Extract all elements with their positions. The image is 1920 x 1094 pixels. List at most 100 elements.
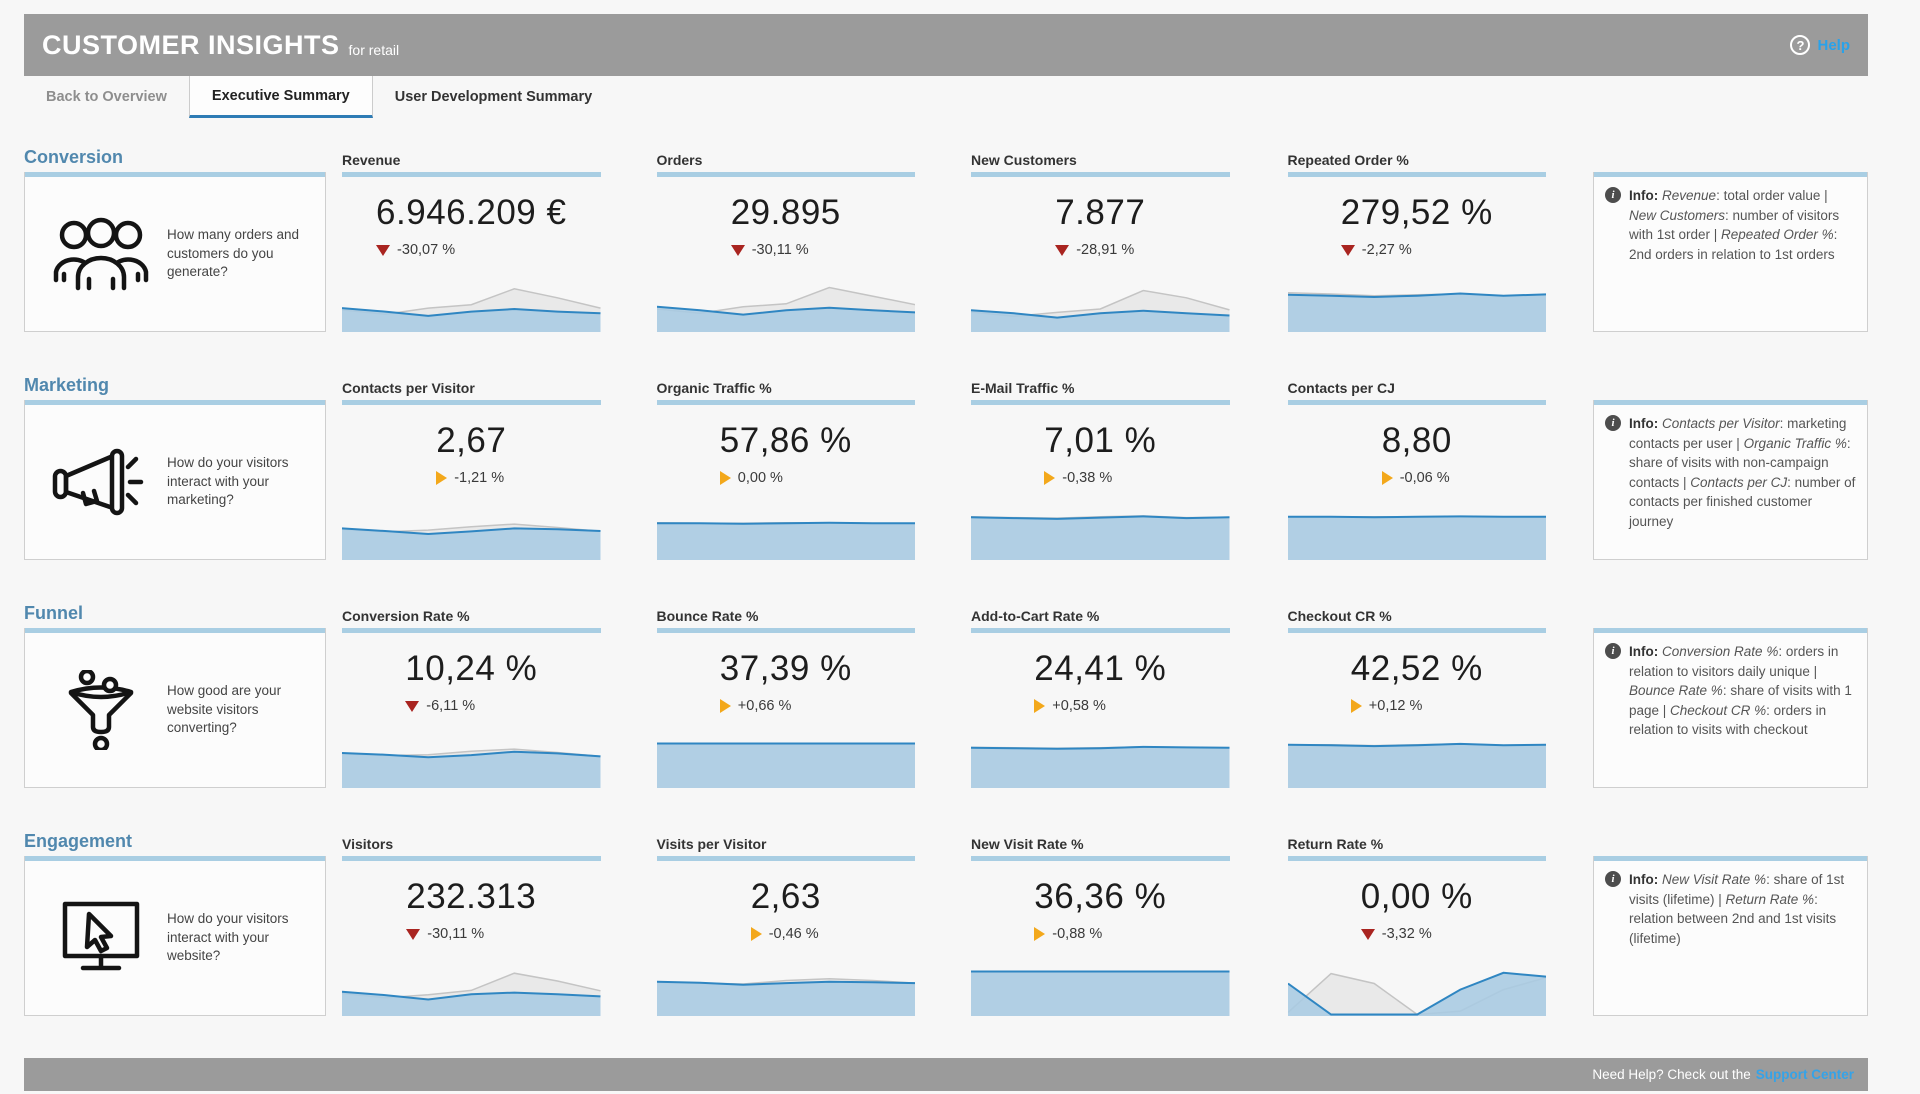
info-box: iInfo: Contacts per Visitor: marketing c… xyxy=(1593,400,1868,560)
tab-back-to-overview[interactable]: Back to Overview xyxy=(24,76,189,118)
kpi-title: Checkout CR % xyxy=(1288,608,1392,624)
kpi-tile[interactable]: Visitors 232.313 -30,11 % xyxy=(342,830,601,1016)
sparkline-chart xyxy=(342,286,601,332)
info-text: Info: New Visit Rate %: share of 1st vis… xyxy=(1629,870,1856,948)
kpi-delta-value: -3,32 % xyxy=(1382,926,1432,942)
kpi-value: 37,39 % xyxy=(720,649,852,689)
kpi-title: Contacts per CJ xyxy=(1288,380,1395,396)
sparkline-chart xyxy=(971,742,1230,788)
sparkline-chart xyxy=(971,286,1230,332)
kpi-value: 24,41 % xyxy=(1034,649,1166,689)
app-header: CUSTOMER INSIGHTS for retail ? Help xyxy=(24,14,1868,76)
kpi-tile[interactable]: Contacts per CJ8,80-0,06 % xyxy=(1288,374,1547,560)
info-box: i Info: Revenue: total order value | New … xyxy=(1593,172,1868,332)
sparkline-chart xyxy=(971,970,1230,1016)
kpi-delta-value: -30,11 % xyxy=(752,242,809,258)
kpi-tile[interactable]: Visits per Visitor2,63-0,46 % xyxy=(657,830,916,1016)
kpi-delta-value: -0,06 % xyxy=(1400,470,1450,486)
app-subtitle: for retail xyxy=(349,42,400,58)
triangle-down-icon xyxy=(1341,245,1355,256)
kpi-rows: ConversionHow many orders and customers … xyxy=(24,118,1868,1016)
kpi-value: 42,52 % xyxy=(1351,649,1483,689)
triangle-down-icon xyxy=(1361,929,1375,940)
kpi-delta-value: +0,58 % xyxy=(1052,698,1106,714)
sparkline-chart xyxy=(342,514,601,560)
section-box: How many orders and customers do you gen… xyxy=(24,172,326,332)
info-text: Info: Revenue: total order value | New C… xyxy=(1629,186,1856,264)
kpi-tile[interactable]: Organic Traffic %57,86 %0,00 % xyxy=(657,374,916,560)
kpi-value: 29.895 xyxy=(731,193,841,233)
tab-user-development-summary[interactable]: User Development Summary xyxy=(373,76,614,118)
kpi-delta: 0,00 % xyxy=(720,470,852,486)
kpi-delta: -0,38 % xyxy=(1044,470,1156,486)
kpi-tile[interactable]: Orders29.895-30,11 % xyxy=(657,146,916,332)
funnel-icon xyxy=(35,670,167,750)
kpi-tile[interactable]: Contacts per Visitor2,67-1,21 % xyxy=(342,374,601,560)
section-question: How do your visitors interact with your … xyxy=(167,454,315,511)
kpi-tile[interactable]: Checkout CR %42,52 %+0,12 % xyxy=(1288,602,1547,788)
kpi-delta: +0,66 % xyxy=(720,698,852,714)
kpi-row: EngagementHow do your visitors interact … xyxy=(24,830,1868,1016)
people-icon xyxy=(35,214,167,294)
kpi-value: 2,67 xyxy=(436,421,506,461)
kpi-value: 10,24 % xyxy=(405,649,537,689)
kpi-tile[interactable]: Bounce Rate %37,39 %+0,66 % xyxy=(657,602,916,788)
kpi-delta-value: 0,00 % xyxy=(738,470,783,486)
section-box: How do your visitors interact with your … xyxy=(24,400,326,560)
triangle-right-icon xyxy=(1034,927,1045,941)
kpi-delta: -28,91 % xyxy=(1055,242,1145,258)
tab-executive-summary[interactable]: Executive Summary xyxy=(189,76,373,118)
tab-bar: Back to Overview Executive Summary User … xyxy=(24,76,1868,118)
triangle-down-icon xyxy=(731,245,745,256)
kpi-tile[interactable]: Add-to-Cart Rate %24,41 %+0,58 % xyxy=(971,602,1230,788)
kpi-title: New Visit Rate % xyxy=(971,836,1084,852)
info-icon: i xyxy=(1605,643,1621,659)
triangle-right-icon xyxy=(436,471,447,485)
kpi-tile[interactable]: Repeated Order %279,52 %-2,27 % xyxy=(1288,146,1547,332)
kpi-tile[interactable]: Conversion Rate %10,24 %-6,11 % xyxy=(342,602,601,788)
kpi-delta-value: -28,91 % xyxy=(1076,242,1134,258)
kpi-delta: -30,11 % xyxy=(406,926,536,942)
triangle-down-icon xyxy=(376,245,390,256)
kpi-row: FunnelHow good are your website visitors… xyxy=(24,602,1868,788)
kpi-row: Marketing How do your visitors interact w… xyxy=(24,374,1868,560)
kpi-delta-value: -2,27 % xyxy=(1362,242,1412,258)
kpi-delta-value: -30,11 % xyxy=(427,926,484,942)
sparkline-chart xyxy=(657,742,916,788)
triangle-right-icon xyxy=(1382,471,1393,485)
info-icon: i xyxy=(1605,187,1621,203)
triangle-down-icon xyxy=(406,929,420,940)
kpi-title: Contacts per Visitor xyxy=(342,380,475,396)
section-question: How do your visitors interact with your … xyxy=(167,910,315,967)
question-circle-icon: ? xyxy=(1790,35,1810,55)
kpi-value: 7,01 % xyxy=(1044,421,1156,461)
triangle-right-icon xyxy=(1351,699,1362,713)
kpi-delta: +0,58 % xyxy=(1034,698,1166,714)
sparkline-chart xyxy=(342,970,601,1016)
kpi-value: 232.313 xyxy=(406,877,536,917)
sparkline-chart xyxy=(1288,286,1547,332)
kpi-tile[interactable]: New Visit Rate %36,36 %-0,88 % xyxy=(971,830,1230,1016)
kpi-value: 6.946.209 € xyxy=(376,193,566,233)
triangle-right-icon xyxy=(720,699,731,713)
kpi-tile[interactable]: New Customers7.877-28,91 % xyxy=(971,146,1230,332)
sparkline-chart xyxy=(657,970,916,1016)
kpi-row: ConversionHow many orders and customers … xyxy=(24,146,1868,332)
section-title: Marketing xyxy=(24,375,109,396)
kpi-tile[interactable]: Revenue6.946.209 €-30,07 % xyxy=(342,146,601,332)
kpi-tile[interactable]: E-Mail Traffic %7,01 %-0,38 % xyxy=(971,374,1230,560)
info-text: Info: Conversion Rate %: orders in relat… xyxy=(1629,642,1856,740)
sparkline-chart xyxy=(1288,970,1547,1016)
help-button[interactable]: ? Help xyxy=(1790,35,1850,55)
kpi-tile[interactable]: Return Rate % 0,00 % -3,32 % xyxy=(1288,830,1547,1016)
kpi-title: Return Rate % xyxy=(1288,836,1384,852)
kpi-delta: -0,06 % xyxy=(1382,470,1452,486)
kpi-value: 0,00 % xyxy=(1361,877,1473,917)
sparkline-chart xyxy=(657,286,916,332)
sparkline-chart xyxy=(342,742,601,788)
sparkline-chart xyxy=(1288,742,1547,788)
kpi-title: Repeated Order % xyxy=(1288,152,1409,168)
kpi-delta: -3,32 % xyxy=(1361,926,1473,942)
kpi-title: Visitors xyxy=(342,836,393,852)
help-label: Help xyxy=(1817,37,1850,54)
